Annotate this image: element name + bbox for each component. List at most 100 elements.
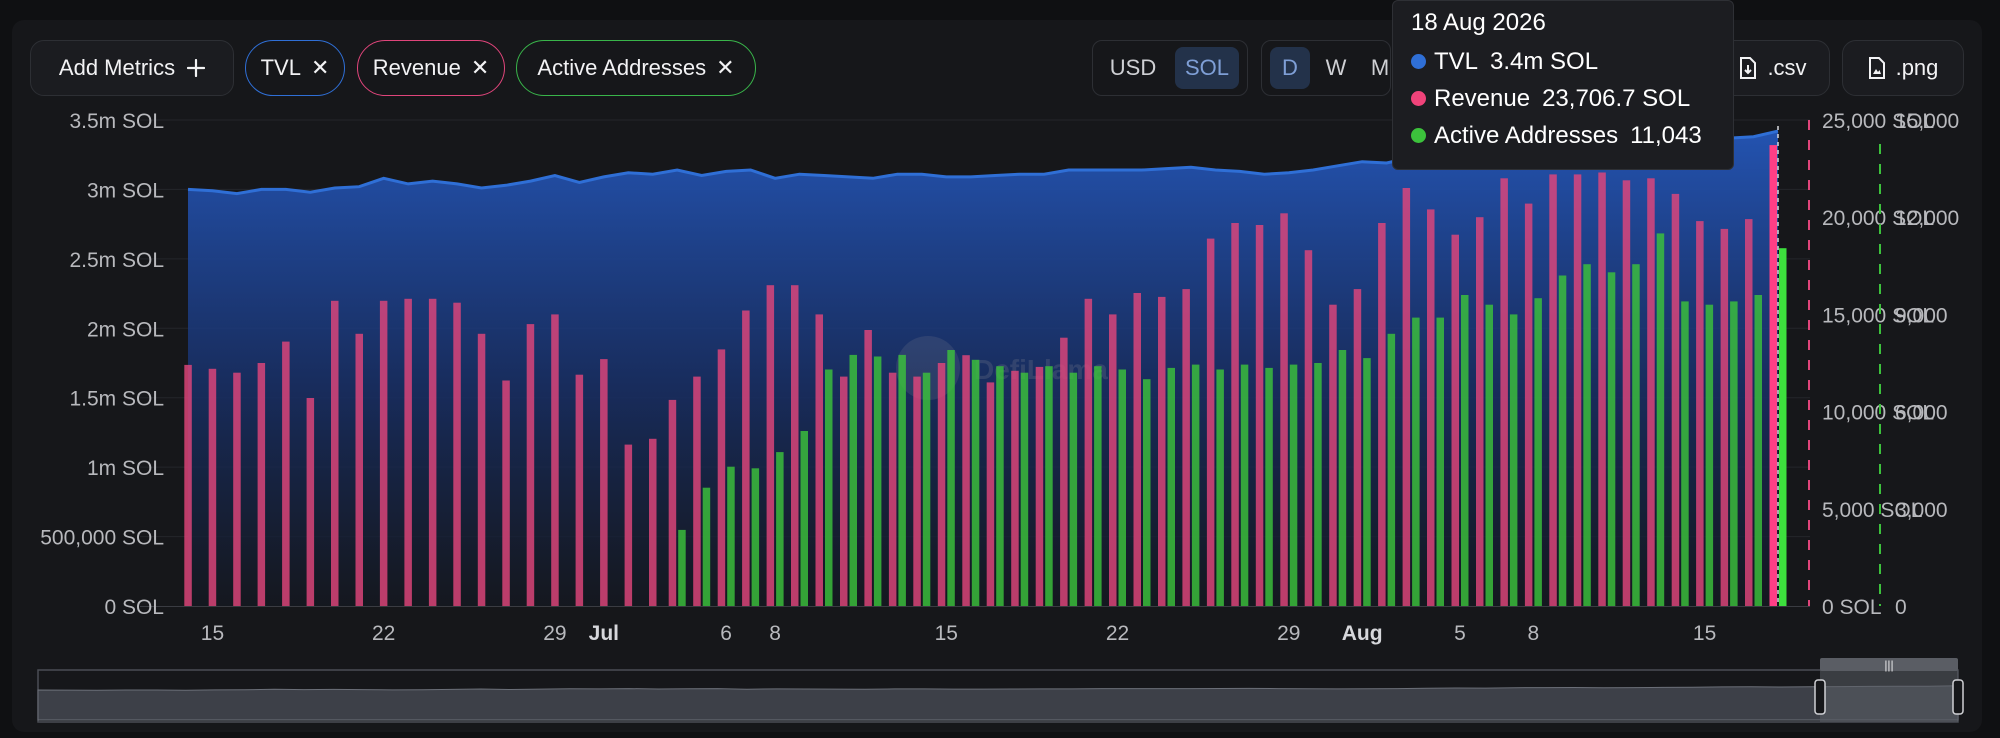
active-addresses-axis-tick-label: 15,000 xyxy=(1895,110,1959,133)
revenue-bar xyxy=(404,298,412,606)
revenue-bar xyxy=(1451,234,1459,606)
revenue-bar xyxy=(575,374,584,606)
revenue-bar xyxy=(1745,219,1753,606)
active-addresses-bar xyxy=(702,487,711,606)
active-addresses-bar xyxy=(678,529,686,606)
revenue-bar xyxy=(1378,223,1386,606)
active-addresses-bar xyxy=(727,466,735,606)
active-addresses-bar xyxy=(751,468,760,606)
tvl-axis-tick-label: 2m SOL xyxy=(87,318,164,341)
revenue-bar xyxy=(766,285,775,606)
active-addresses-bar xyxy=(1338,350,1347,606)
range-slider-preview xyxy=(37,685,1959,721)
tvl-axis-tick-label: 1m SOL xyxy=(87,457,164,480)
revenue-bar xyxy=(815,314,823,606)
active-addresses-axis-tick-label: 12,000 xyxy=(1895,207,1959,230)
active-addresses-bar xyxy=(996,366,1004,606)
revenue-bar xyxy=(1696,221,1704,606)
active-addresses-bar xyxy=(1045,366,1053,606)
revenue-bar xyxy=(1109,314,1117,606)
x-axis-tick-label: 8 xyxy=(1528,622,1540,645)
tooltip-name: Revenue xyxy=(1434,85,1531,112)
tvl-axis-tick-label: 3m SOL xyxy=(87,179,164,202)
revenue-bar xyxy=(233,372,241,606)
active-addresses-axis-tick-label: 0 xyxy=(1895,596,1907,619)
revenue-bar xyxy=(986,382,995,606)
active-addresses-bar xyxy=(1020,372,1029,606)
active-addresses-bar xyxy=(873,356,882,606)
active-addresses-bar xyxy=(776,452,784,606)
x-axis-tick-label: 8 xyxy=(769,622,781,645)
range-slider-handle-right[interactable] xyxy=(1952,679,1964,715)
revenue-bar xyxy=(526,324,535,606)
active-addresses-bar xyxy=(1191,364,1200,606)
revenue-bar xyxy=(1206,238,1215,606)
active-addresses-bar xyxy=(1387,333,1396,606)
active-addresses-bar xyxy=(800,431,808,606)
active-addresses-bar xyxy=(1216,369,1224,606)
revenue-bar xyxy=(208,368,217,606)
revenue-bar xyxy=(1133,293,1141,606)
active-addresses-bar xyxy=(1607,272,1616,606)
active-addresses-bar xyxy=(1681,301,1689,606)
active-addresses-bar xyxy=(1730,301,1738,606)
revenue-bar xyxy=(453,302,461,606)
active-addresses-bar xyxy=(1069,372,1078,606)
revenue-bar xyxy=(1500,178,1508,607)
revenue-bar xyxy=(937,363,946,606)
revenue-bar xyxy=(1720,228,1729,606)
x-axis-tick-label: 5 xyxy=(1454,622,1466,645)
revenue-bar xyxy=(864,330,872,606)
active-addresses-bar xyxy=(1314,363,1322,606)
tooltip-row-revenue: Revenue 23,706.7 SOL xyxy=(1411,80,1715,117)
x-axis-tick-label: 15 xyxy=(935,622,958,645)
x-axis-tick-label: 15 xyxy=(1693,622,1716,645)
tooltip-row-tvl: TVL 3.4m SOL xyxy=(1411,43,1715,80)
revenue-bar xyxy=(1182,289,1190,606)
revenue-bar xyxy=(1231,223,1239,606)
tvl-axis-tick-label: 500,000 SOL xyxy=(40,527,164,550)
revenue-bar xyxy=(1060,337,1068,606)
revenue-bar xyxy=(913,376,921,606)
range-slider-handle-left[interactable] xyxy=(1814,679,1826,715)
x-axis-tick-label: 22 xyxy=(1106,622,1129,645)
revenue-bar xyxy=(428,298,437,606)
chart-tooltip: 18 Aug 2026 TVL 3.4m SOL Revenue 23,706.… xyxy=(1392,0,1734,170)
revenue-bar xyxy=(1524,203,1533,606)
revenue-bar xyxy=(1549,174,1557,606)
active-addresses-bar xyxy=(1583,264,1591,606)
revenue-bar xyxy=(477,333,486,606)
revenue-bar xyxy=(600,359,608,606)
tvl-axis-tick-label: 2.5m SOL xyxy=(69,249,164,272)
x-axis-tick-label: 29 xyxy=(1277,622,1300,645)
active-addresses-bar xyxy=(971,359,980,606)
revenue-bar xyxy=(1598,172,1606,606)
revenue-bar xyxy=(184,364,192,606)
range-slider-selection xyxy=(1820,670,1958,722)
active-addresses-bar xyxy=(1705,304,1714,606)
revenue-bar xyxy=(1402,188,1411,606)
revenue-bar xyxy=(1769,145,1777,606)
revenue-bar xyxy=(551,314,559,606)
revenue-bar xyxy=(962,355,970,606)
active-addresses-bar xyxy=(825,369,833,606)
active-addresses-bar xyxy=(1779,248,1787,606)
active-addresses-bar xyxy=(1167,367,1175,606)
tooltip-row-active-addresses: Active Addresses 11,043 xyxy=(1411,117,1715,154)
active-addresses-bar xyxy=(1289,364,1298,606)
revenue-bar xyxy=(1084,298,1093,606)
revenue-bar xyxy=(355,333,363,606)
active-addresses-bar xyxy=(1754,295,1762,606)
revenue-bar xyxy=(1304,250,1313,606)
revenue-bar xyxy=(888,372,897,606)
active-addresses-bar xyxy=(1509,314,1518,606)
active-addresses-bar xyxy=(922,372,931,606)
revenue-bar xyxy=(1255,225,1264,606)
revenue-bar xyxy=(1476,217,1484,606)
x-axis-tick-label: 29 xyxy=(543,622,566,645)
revenue-bar xyxy=(1158,296,1166,606)
x-axis-tick-label: 6 xyxy=(720,622,732,645)
active-addresses-axis-tick-label: 9,000 xyxy=(1895,304,1948,327)
revenue-bar xyxy=(791,285,799,606)
active-addresses-bar xyxy=(1094,366,1102,606)
